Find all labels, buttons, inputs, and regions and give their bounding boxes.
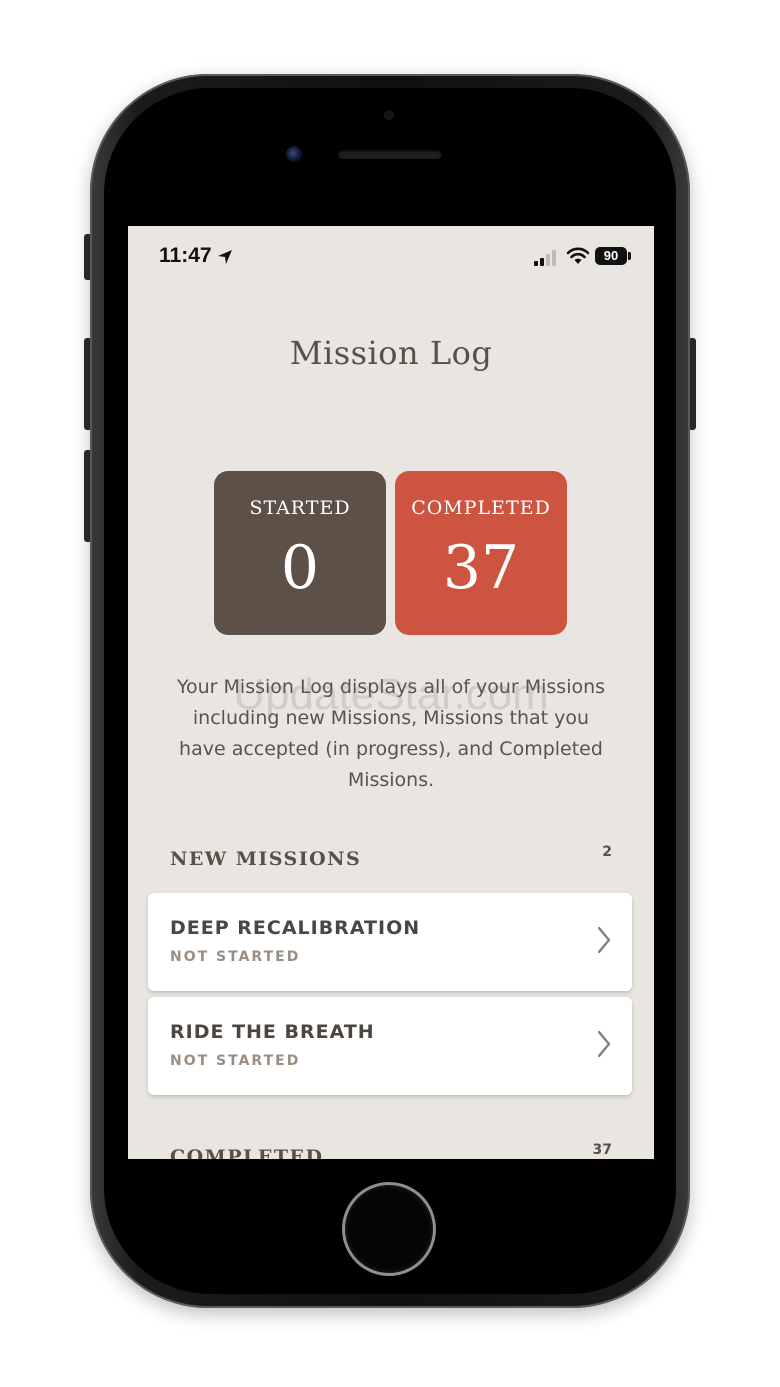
front-camera [286,146,302,162]
signal-icon [534,250,556,266]
status-time: 11:47 [159,244,212,267]
started-label: STARTED [249,497,351,519]
page-title: Mission Log [289,334,493,372]
battery-nub [628,252,631,260]
battery-icon: 90 [595,247,627,265]
started-stat-card[interactable]: STARTED 0 [214,471,386,635]
proximity-sensor [384,110,394,120]
mission-status: NOT STARTED [170,949,301,965]
wifi-icon [566,247,590,264]
chevron-right-icon [597,1030,611,1058]
mission-card[interactable]: RIDE THE BREATH NOT STARTED [148,997,632,1095]
chevron-right-icon [597,926,611,954]
started-value: 0 [280,533,320,603]
home-button[interactable] [342,1182,436,1276]
mission-name: DEEP RECALIBRATION [170,917,421,939]
mission-log-description: Your Mission Log displays all of your Mi… [176,676,606,791]
completed-count: 37 [592,1142,612,1158]
mission-card[interactable]: DEEP RECALIBRATION NOT STARTED [148,893,632,991]
completed-title: COMPLETED [170,1146,324,1159]
location-arrow-icon [218,250,232,264]
new-missions-title: NEW MISSIONS [170,848,362,870]
completed-value: 37 [442,533,520,603]
status-bar: 11:47 90 [128,226,654,286]
mission-name: RIDE THE BREATH [170,1021,375,1043]
completed-label: COMPLETED [411,497,551,519]
app-screen: 11:47 90 Mission Log STARTED 0 COMPLETED… [128,226,654,1159]
completed-stat-card[interactable]: COMPLETED 37 [395,471,567,635]
new-missions-count: 2 [602,844,612,860]
earpiece-speaker [338,150,442,159]
mission-status: NOT STARTED [170,1053,301,1069]
